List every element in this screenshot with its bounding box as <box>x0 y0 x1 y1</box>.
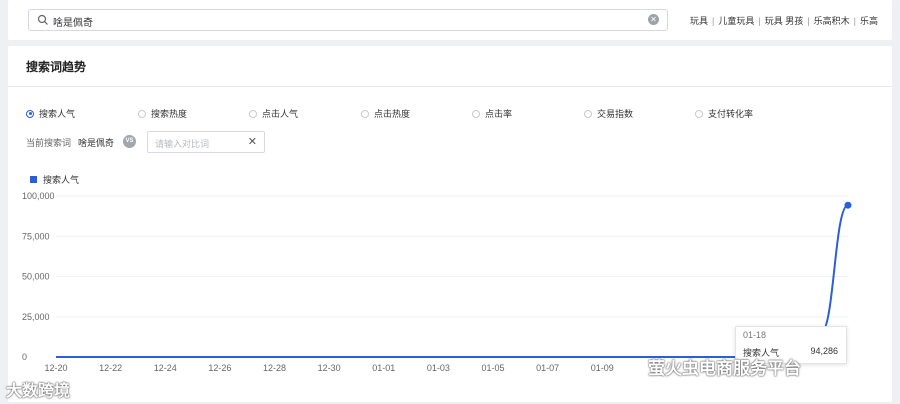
related-keyword-link[interactable]: 儿童玩具 <box>718 16 754 26</box>
search-icon <box>37 14 48 25</box>
x-tick-label: 12-22 <box>99 363 122 373</box>
x-tick-label: 12-30 <box>318 363 341 373</box>
search-trend-card: 搜索词趋势 搜索人气 搜索热度 点击人气 点击热度 点击率 交易指数 支付转化率 当前搜索词… <box>8 46 892 402</box>
x-tick-label: 01-01 <box>372 363 395 373</box>
related-keywords: 玩具 | 儿童玩具 | 玩具 男孩 | 乐高积木 | 乐高 <box>690 14 878 27</box>
related-keyword-link[interactable]: 乐高积木 <box>814 16 850 26</box>
x-tick-label: 01-03 <box>427 363 450 373</box>
suggestion-separator: | <box>853 16 856 26</box>
y-tick-label: 75,000 <box>22 231 50 241</box>
suggestion-separator: | <box>712 16 715 26</box>
y-tick-label: 100,000 <box>22 191 55 201</box>
clear-search-icon[interactable]: ✕ <box>648 14 659 25</box>
top-search-bar: 啥是佩奇 ✕ 玩具 | 儿童玩具 | 玩具 男孩 | 乐高积木 | 乐高 <box>8 0 892 40</box>
suggestion-separator: | <box>758 16 761 26</box>
tooltip-value: 94,286 <box>810 346 838 356</box>
y-tick-label: 0 <box>22 352 27 362</box>
x-tick-label: 12-26 <box>208 363 231 373</box>
related-keyword-link[interactable]: 乐高 <box>860 16 878 26</box>
series-line-search-popularity <box>56 204 849 358</box>
x-tick-label: 01-07 <box>536 363 559 373</box>
y-tick-label: 25,000 <box>22 312 50 322</box>
watermark-right: 萤火虫电商服务平台 <box>648 359 801 378</box>
keyword-search-input[interactable]: 啥是佩奇 ✕ <box>28 9 668 31</box>
tooltip-date: 01-18 <box>743 330 767 340</box>
search-value: 啥是佩奇 <box>53 18 93 29</box>
x-tick-label: 01-09 <box>591 363 614 373</box>
x-tick-label: 12-20 <box>44 363 67 373</box>
data-point-highlight[interactable] <box>844 201 852 209</box>
suggestion-separator: | <box>807 16 810 26</box>
related-keyword-link[interactable]: 玩具 男孩 <box>765 16 804 26</box>
x-tick-label: 12-28 <box>263 363 286 373</box>
y-tick-label: 50,000 <box>22 272 50 282</box>
related-keyword-link[interactable]: 玩具 <box>690 16 708 26</box>
watermark-left: 大数跨境 <box>6 383 71 400</box>
x-tick-label: 01-05 <box>481 363 504 373</box>
x-tick-label: 12-24 <box>154 363 177 373</box>
